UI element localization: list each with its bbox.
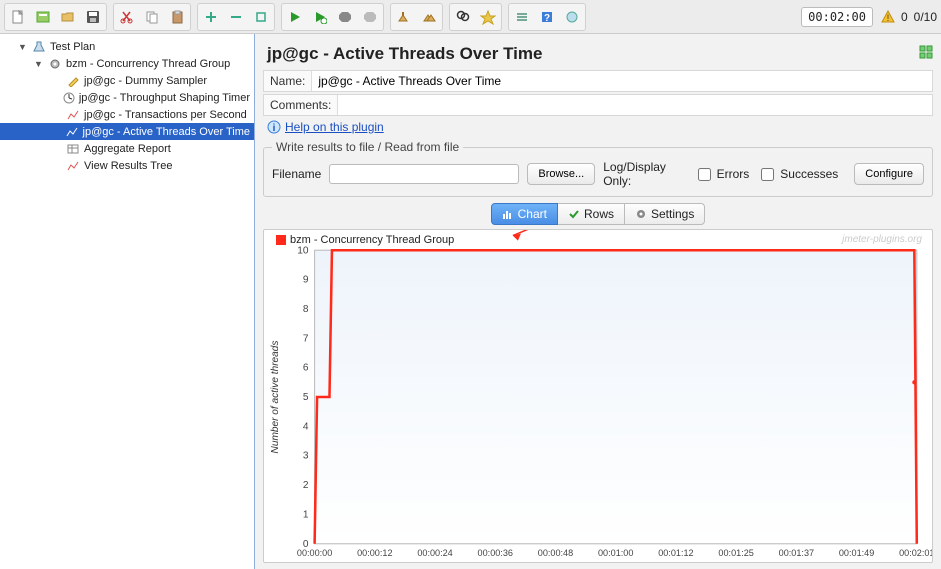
svg-text:3: 3 bbox=[303, 451, 309, 462]
chart-tab-icon bbox=[502, 208, 514, 220]
expand-panel-icon[interactable] bbox=[919, 44, 933, 64]
tree-item-active-threads[interactable]: jp@gc - Active Threads Over Time bbox=[0, 123, 254, 140]
thread-count: 0/10 bbox=[914, 10, 937, 24]
warning-icon: ! bbox=[881, 10, 895, 24]
clear-icon[interactable] bbox=[392, 5, 416, 29]
view-tabs: Chart Rows Settings bbox=[263, 203, 933, 225]
pencil-icon bbox=[66, 74, 80, 88]
logdisplay-label: Log/Display Only: bbox=[603, 160, 685, 188]
listener-panel: jp@gc - Active Threads Over Time Name: C… bbox=[255, 34, 941, 569]
name-label: Name: bbox=[264, 74, 311, 88]
filename-label: Filename bbox=[272, 167, 321, 181]
reset-search-icon[interactable] bbox=[476, 5, 500, 29]
gear-icon bbox=[48, 57, 62, 71]
save-icon[interactable] bbox=[81, 5, 105, 29]
graph-icon bbox=[66, 108, 80, 122]
filename-input[interactable] bbox=[329, 164, 519, 184]
table-icon bbox=[66, 142, 80, 156]
svg-text:!: ! bbox=[887, 13, 890, 23]
help-link[interactable]: Help on this plugin bbox=[285, 120, 384, 134]
info-icon: i bbox=[267, 120, 281, 134]
tree-item-results-tree[interactable]: View Results Tree bbox=[0, 157, 254, 174]
paste-icon[interactable] bbox=[165, 5, 189, 29]
chart-area: bzm - Concurrency Thread Group jmeter-pl… bbox=[263, 229, 933, 563]
test-plan-tree[interactable]: ▼ Test Plan ▼ bzm - Concurrency Thread G… bbox=[0, 34, 255, 569]
svg-text:00:01:49: 00:01:49 bbox=[839, 548, 874, 558]
help-toolbar-icon[interactable]: ? bbox=[535, 5, 559, 29]
open-icon[interactable] bbox=[56, 5, 80, 29]
errors-checkbox[interactable] bbox=[698, 168, 711, 181]
svg-text:00:00:48: 00:00:48 bbox=[538, 548, 573, 558]
new-file-icon[interactable] bbox=[6, 5, 30, 29]
tab-rows[interactable]: Rows bbox=[558, 203, 625, 225]
tree-item-aggregate[interactable]: Aggregate Report bbox=[0, 140, 254, 157]
run-notimers-icon[interactable] bbox=[308, 5, 332, 29]
name-input[interactable] bbox=[311, 71, 932, 91]
search-icon[interactable] bbox=[451, 5, 475, 29]
tree-root[interactable]: ▼ Test Plan bbox=[0, 38, 254, 55]
clock-icon bbox=[63, 91, 75, 105]
browse-button[interactable]: Browse... bbox=[527, 163, 595, 185]
svg-text:8: 8 bbox=[303, 304, 309, 315]
panel-title: jp@gc - Active Threads Over Time bbox=[267, 44, 542, 64]
svg-text:5: 5 bbox=[303, 392, 309, 403]
svg-text:00:01:25: 00:01:25 bbox=[718, 548, 753, 558]
tab-settings[interactable]: Settings bbox=[625, 203, 705, 225]
svg-text:00:00:00: 00:00:00 bbox=[297, 548, 332, 558]
collapse-icon[interactable] bbox=[224, 5, 248, 29]
svg-text:00:00:36: 00:00:36 bbox=[478, 548, 513, 558]
copy-icon[interactable] bbox=[140, 5, 164, 29]
chart-svg: 01234567891000:00:0000:00:1200:00:2400:0… bbox=[264, 230, 932, 563]
svg-text:Number of active threads: Number of active threads bbox=[270, 341, 281, 454]
tree-item-tps[interactable]: jp@gc - Transactions per Second bbox=[0, 106, 254, 123]
configure-button[interactable]: Configure bbox=[854, 163, 924, 185]
disclosure-triangle-icon[interactable]: ▼ bbox=[34, 59, 44, 69]
run-icon[interactable] bbox=[283, 5, 307, 29]
shutdown-icon[interactable] bbox=[358, 5, 382, 29]
graph-icon bbox=[66, 159, 80, 173]
svg-text:i: i bbox=[273, 123, 276, 134]
flask-icon bbox=[32, 40, 46, 54]
toggle-icon[interactable] bbox=[249, 5, 273, 29]
clear-all-icon[interactable] bbox=[417, 5, 441, 29]
svg-text:9: 9 bbox=[303, 275, 309, 286]
tree-thread-group[interactable]: ▼ bzm - Concurrency Thread Group bbox=[0, 55, 254, 72]
svg-text:7: 7 bbox=[303, 333, 309, 344]
svg-text:?: ? bbox=[544, 13, 550, 24]
stop-icon[interactable] bbox=[333, 5, 357, 29]
svg-text:2: 2 bbox=[303, 480, 309, 491]
tree-item-throughput-timer[interactable]: jp@gc - Throughput Shaping Timer bbox=[0, 89, 254, 106]
svg-text:00:01:12: 00:01:12 bbox=[658, 548, 693, 558]
disclosure-triangle-icon[interactable]: ▼ bbox=[18, 42, 28, 52]
main-toolbar: ? 00:02:00 ! 0 0/10 bbox=[0, 0, 941, 34]
svg-text:00:02:01: 00:02:01 bbox=[899, 548, 932, 558]
svg-text:10: 10 bbox=[297, 245, 309, 256]
svg-text:00:01:37: 00:01:37 bbox=[779, 548, 814, 558]
templates-icon[interactable] bbox=[31, 5, 55, 29]
warning-count: 0 bbox=[901, 10, 908, 24]
file-fieldset: Write results to file / Read from file F… bbox=[263, 140, 933, 197]
check-icon bbox=[568, 208, 580, 220]
svg-text:00:00:24: 00:00:24 bbox=[417, 548, 452, 558]
tab-chart[interactable]: Chart bbox=[491, 203, 558, 225]
svg-text:00:00:12: 00:00:12 bbox=[357, 548, 392, 558]
function-helper-icon[interactable] bbox=[510, 5, 534, 29]
tree-item-dummy-sampler[interactable]: jp@gc - Dummy Sampler bbox=[0, 72, 254, 89]
expand-icon[interactable] bbox=[199, 5, 223, 29]
elapsed-timer: 00:02:00 bbox=[801, 7, 873, 27]
svg-text:6: 6 bbox=[303, 363, 309, 374]
svg-text:1: 1 bbox=[303, 509, 309, 520]
graph-icon bbox=[65, 125, 78, 139]
successes-checkbox[interactable] bbox=[761, 168, 774, 181]
comments-input[interactable] bbox=[337, 95, 932, 115]
comments-label: Comments: bbox=[264, 98, 337, 112]
svg-text:00:01:00: 00:01:00 bbox=[598, 548, 633, 558]
gear-icon bbox=[635, 208, 647, 220]
svg-text:4: 4 bbox=[303, 421, 309, 432]
cut-icon[interactable] bbox=[115, 5, 139, 29]
options-toolbar-icon[interactable] bbox=[560, 5, 584, 29]
file-legend: Write results to file / Read from file bbox=[272, 140, 463, 154]
